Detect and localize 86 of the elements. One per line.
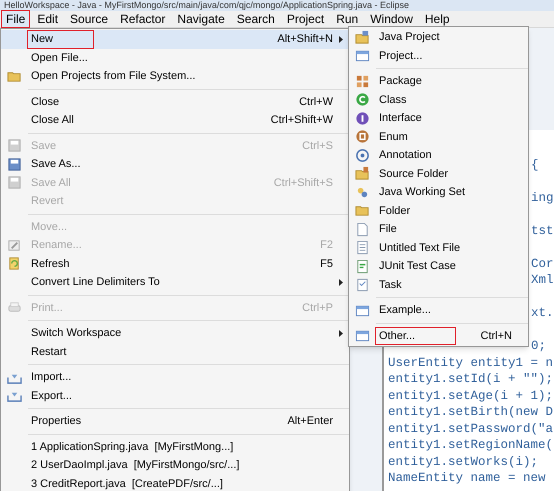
save-icon	[6, 138, 22, 154]
menu-item[interactable]: Project...	[375, 46, 426, 65]
code-line: NameEntity name = new	[388, 470, 546, 488]
shortcut-label: F2	[320, 238, 333, 253]
menu-item[interactable]: Run	[331, 10, 364, 28]
shortcut-label: Ctrl+S	[302, 138, 333, 154]
code-line: xt.	[531, 305, 554, 322]
code-line: entity1.setId(i + "");	[388, 371, 554, 388]
menu-item[interactable]: File	[1, 10, 30, 28]
code-line: entity1.setBirth(new D	[388, 404, 554, 422]
menu-item[interactable]: 3 CreditReport.java [CreatePDF/src/...]	[27, 474, 227, 491]
interface-icon	[354, 110, 370, 126]
save-icon	[6, 156, 22, 172]
menu-item[interactable]: 1 ApplicationSpring.java [MyFirstMong...]	[27, 438, 238, 456]
code-line: UserEntity entity1 = n	[388, 354, 554, 372]
shortcut-label: F5	[320, 256, 333, 272]
file-icon	[354, 222, 370, 237]
shortcut-label: Ctrl+N	[480, 328, 512, 344]
code-line: entity1.setAge(i + 1);	[388, 388, 554, 405]
refresh-icon	[6, 256, 22, 272]
package-icon	[354, 74, 370, 89]
menu-item[interactable]: Source Folder	[375, 164, 452, 183]
menu-item[interactable]: Java Project	[375, 28, 444, 46]
menu-item[interactable]: Refactor	[115, 10, 170, 28]
code-line: {	[531, 156, 539, 174]
menu-item[interactable]: Restart	[27, 342, 70, 361]
menu-item[interactable]: Convert Line Delimiters To	[27, 273, 164, 292]
menu-item[interactable]: Edit	[32, 10, 64, 28]
code-line: tst	[531, 222, 554, 240]
menu-item[interactable]: Search	[232, 10, 280, 28]
menu-item[interactable]: Help	[420, 10, 455, 28]
menu-item[interactable]: Class	[375, 90, 411, 109]
menu-item[interactable]: Project	[282, 10, 330, 28]
shortcut-label: Ctrl+Shift+W	[270, 113, 333, 128]
menu-item[interactable]: Enum	[375, 128, 412, 146]
shortcut-label: Ctrl+W	[299, 94, 333, 110]
window-title: HelloWorkspace - Java - MyFirstMongo/src/main/java/com/qjc/mongo/ApplicationSpring.java - Eclipse	[4, 0, 409, 11]
menu-item[interactable]: Switch Workspace	[27, 324, 126, 342]
menu-item[interactable]: Save As...	[27, 155, 85, 174]
save-icon	[6, 175, 22, 190]
menu-item[interactable]: 2 UserDaoImpl.java [MyFirstMongo/src/...]	[27, 456, 244, 474]
class-icon	[354, 92, 370, 108]
menu-item[interactable]: Annotation	[375, 146, 436, 164]
menu-item[interactable]: Other...	[375, 326, 456, 345]
menu-item[interactable]: Java Working Set	[375, 183, 470, 202]
menu-item[interactable]: Close	[27, 92, 64, 111]
code-line: entity1.setRegionName(	[388, 437, 554, 454]
code-line: entity1.setPassword("a	[388, 420, 554, 438]
code-line: ing	[531, 190, 554, 207]
menu-item[interactable]: Export...	[27, 386, 76, 405]
shortcut-label: Ctrl+Shift+S	[274, 176, 333, 190]
menu-item[interactable]: Open Projects from File System...	[27, 67, 200, 86]
code-line: entity1.setWorks(i);	[388, 454, 538, 471]
menu-item[interactable]: Properties	[27, 412, 86, 430]
code-line: Xml	[531, 272, 554, 290]
menu-item[interactable]: Refresh	[27, 254, 74, 273]
menu-item[interactable]: New	[27, 30, 94, 48]
menu-item[interactable]: Package	[375, 72, 426, 90]
menu-item[interactable]: Source	[65, 10, 114, 28]
shortcut-label: Ctrl+P	[302, 300, 333, 316]
menu-item[interactable]: Navigate	[172, 10, 230, 28]
menu-item[interactable]: Interface	[375, 109, 426, 128]
test-file-icon	[354, 258, 370, 274]
menu-item[interactable]: Example...	[375, 301, 435, 320]
code-line: 0;	[531, 338, 546, 356]
folder-icon	[354, 166, 370, 182]
text-file-icon	[354, 240, 370, 256]
menu-item[interactable]: Window	[365, 10, 418, 28]
enum-icon	[354, 129, 370, 144]
code-line: Cor	[531, 256, 554, 273]
menu-item[interactable]: Open File...	[27, 48, 92, 67]
menu-item[interactable]: Untitled Text File	[375, 238, 464, 257]
window-icon	[354, 48, 370, 64]
menu-item[interactable]: Task	[375, 276, 406, 294]
shortcut-label: Alt+Shift+N	[277, 32, 333, 47]
menu-item[interactable]: Import...	[27, 368, 76, 386]
rename-icon	[6, 238, 22, 253]
window-icon	[354, 328, 370, 344]
menu-item[interactable]: JUnit Test Case	[375, 257, 460, 276]
menu-item[interactable]: Close All	[27, 111, 78, 130]
menu-item[interactable]: Folder	[375, 202, 414, 220]
task-icon	[354, 277, 370, 292]
annotation-icon	[354, 148, 370, 163]
shortcut-label: Alt+Enter	[287, 414, 333, 429]
project-icon	[354, 30, 370, 45]
menu-item[interactable]: File	[375, 220, 401, 238]
